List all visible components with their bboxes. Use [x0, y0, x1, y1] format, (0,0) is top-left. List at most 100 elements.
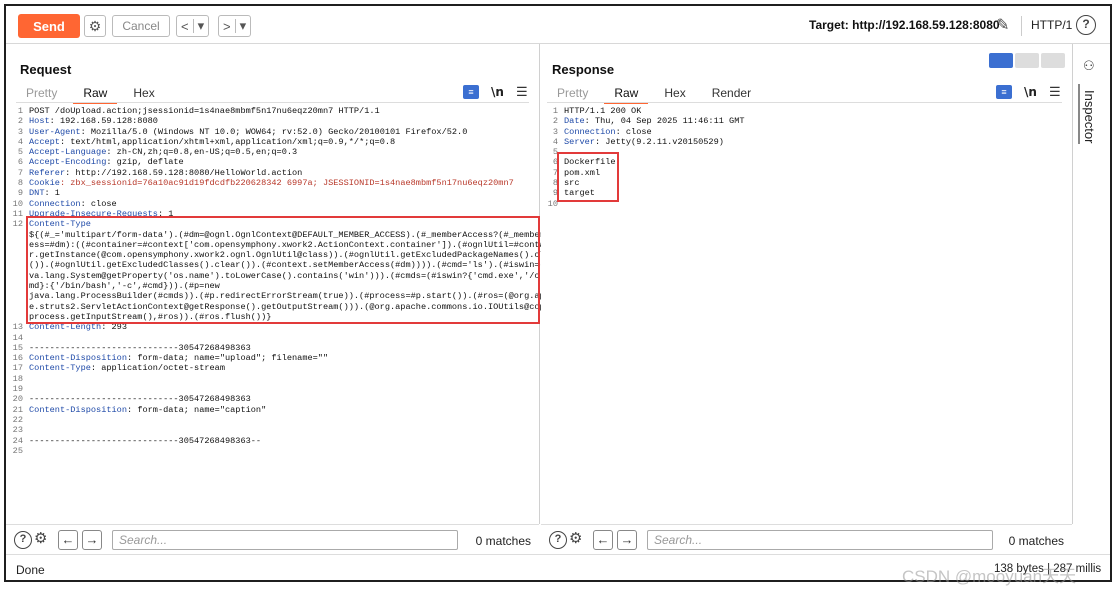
request-panel: Request Pretty Raw Hex ≡ \n ☰ 1 POST /doU… [6, 44, 560, 554]
app-window: Send ⚙ Cancel < ▾ > ▾ Target: http://192… [4, 4, 1112, 582]
header-value: : 192.168.59.128:8080 [49, 116, 158, 127]
line-number: 21 [12, 404, 23, 415]
cancel-button[interactable]: Cancel [112, 15, 170, 37]
layout-toggle [989, 53, 1067, 68]
line-number: 14 [12, 332, 23, 343]
code-line: 2 Date: Thu, 04 Sep 2025 11:46:11 GMT [547, 116, 1068, 126]
request-match-count: 0 matches [475, 534, 531, 548]
line-number: 23 [12, 425, 23, 436]
send-button[interactable]: Send [18, 14, 80, 38]
code-line: 25 [12, 446, 535, 456]
line-number: 1 [17, 106, 23, 116]
line-number: 10 [12, 198, 23, 209]
header-value: : text/html,application/xhtml+xml,applic… [59, 136, 396, 147]
code-line: 24 -----------------------------305472684… [12, 436, 535, 446]
header-value: : form-data; name="caption" [127, 404, 267, 415]
divider [16, 102, 529, 103]
line-number [12, 271, 23, 281]
code-line: 4 Accept: text/html,application/xhtml+xml… [12, 137, 535, 147]
back-history-dropdown-icon[interactable]: ▾ [194, 18, 209, 34]
forward-arrow-icon[interactable]: > [219, 19, 235, 34]
line-number [12, 302, 23, 312]
back-nav-group: < ▾ [176, 15, 210, 37]
divider [1021, 16, 1022, 36]
search-settings-gear-icon[interactable]: ⚙ [34, 529, 47, 547]
line-number: 12 [12, 219, 23, 230]
line-number: 9 [17, 188, 23, 199]
header-name: Accept [29, 136, 60, 147]
code-line: 10 Connection: close [12, 199, 535, 209]
code-line: 7 Referer: http://192.168.59.128:8080/Hel… [12, 168, 535, 178]
line-number: 2 [17, 116, 23, 127]
line-number [12, 291, 23, 301]
top-toolbar: Send ⚙ Cancel < ▾ > ▾ Target: http://192… [6, 6, 1110, 44]
next-match-arrow-icon[interactable]: → [617, 530, 637, 550]
word-wrap-icon[interactable]: ≡ [463, 85, 479, 99]
edit-target-pencil-icon[interactable]: ✎ [996, 15, 1009, 35]
header-value: : zh-CN,zh;q=0.8,en-US;q=0.5,en;q=0.3 [106, 147, 298, 158]
line-number: 4 [17, 136, 23, 147]
line-content [23, 425, 29, 435]
search-settings-gear-icon[interactable]: ⚙ [569, 529, 582, 547]
request-search-input[interactable]: Search... [112, 530, 458, 550]
line-content: POST /doUpload.action;jsessionid=1s4nae8… [29, 106, 380, 116]
help-icon[interactable]: ? [1076, 15, 1096, 35]
back-arrow-icon[interactable]: < [177, 19, 193, 34]
code-line: 3 User-Agent: Mozilla/5.0 (Windows NT 10.… [12, 127, 535, 137]
output-highlight-box [557, 152, 619, 202]
show-newlines-icon[interactable]: \n [491, 85, 504, 99]
previous-match-arrow-icon[interactable]: ← [593, 530, 613, 550]
header-name: Connection [564, 126, 616, 137]
help-icon[interactable]: ? [549, 531, 567, 549]
line-number: 5 [17, 147, 23, 158]
menu-icon[interactable]: ☰ [1049, 84, 1061, 100]
header-value: : form-data; name="upload"; filename="" [127, 353, 329, 364]
line-content: Content-Disposition: form-data; name="up… [23, 353, 328, 363]
header-value: : gzip, deflate [106, 157, 184, 168]
status-text: Done [16, 563, 45, 577]
line-number: 3 [552, 126, 558, 137]
header-name: Date [564, 116, 585, 127]
code-line: 21 Content-Disposition: form-data; name="… [12, 405, 535, 415]
menu-icon[interactable]: ☰ [516, 84, 528, 100]
side-by-side-layout-icon[interactable] [989, 53, 1013, 68]
line-number [12, 250, 23, 260]
code-line: 6 Dockerfile [547, 157, 1068, 167]
code-line: 9 DNT: 1 [12, 188, 535, 198]
line-number [12, 230, 23, 240]
line-content: Content-Type: application/octet-stream [23, 363, 225, 373]
stacked-layout-icon[interactable] [1015, 53, 1039, 68]
response-match-count: 0 matches [1008, 534, 1064, 548]
code-line: 19 [12, 384, 535, 394]
settings-gear-icon[interactable]: ⚙ [84, 15, 106, 37]
code-line: 16 Content-Disposition: form-data; name="… [12, 353, 535, 363]
help-icon[interactable]: ? [14, 531, 32, 549]
http-version-selector[interactable]: HTTP/1 [1031, 18, 1072, 32]
response-viewer[interactable]: 1 HTTP/1.1 200 OK 2 Date: Thu, 04 Sep 2025 … [547, 106, 1068, 209]
show-newlines-icon[interactable]: \n [1024, 85, 1037, 99]
line-content: Host: 192.168.59.128:8080 [23, 116, 158, 126]
inspector-sidebar: ⚇ Inspector [1074, 44, 1110, 524]
tabbed-layout-icon[interactable] [1041, 53, 1065, 68]
line-content [23, 384, 29, 394]
target-url: Target: http://192.168.59.128:8080 [809, 18, 1000, 32]
line-content: Connection: close [23, 199, 117, 209]
code-line: 9 target [547, 188, 1068, 198]
request-search-bar: ? ⚙ ← → Search... 0 matches [6, 524, 539, 554]
response-search-input[interactable]: Search... [647, 530, 993, 550]
inspector-icon[interactable]: ⚇ [1083, 58, 1095, 74]
line-number [12, 240, 23, 250]
line-number: 2 [552, 116, 558, 127]
code-line: 18 [12, 374, 535, 384]
word-wrap-icon[interactable]: ≡ [996, 85, 1012, 99]
code-line: 5 Accept-Language: zh-CN,zh;q=0.8,en-US;q… [12, 147, 535, 157]
header-value: : zbx_sessionid=76a10ac91d19fdcdfb220628… [59, 178, 514, 189]
next-match-arrow-icon[interactable]: → [82, 530, 102, 550]
previous-match-arrow-icon[interactable]: ← [58, 530, 78, 550]
line-content: HTTP/1.1 200 OK [564, 106, 642, 116]
code-line: 8 src [547, 178, 1068, 188]
inspector-tab[interactable]: Inspector [1082, 90, 1097, 143]
header-value: : Thu, 04 Sep 2025 11:46:11 GMT [584, 116, 745, 127]
forward-history-dropdown-icon[interactable]: ▾ [236, 18, 251, 34]
line-number: 13 [12, 322, 23, 333]
